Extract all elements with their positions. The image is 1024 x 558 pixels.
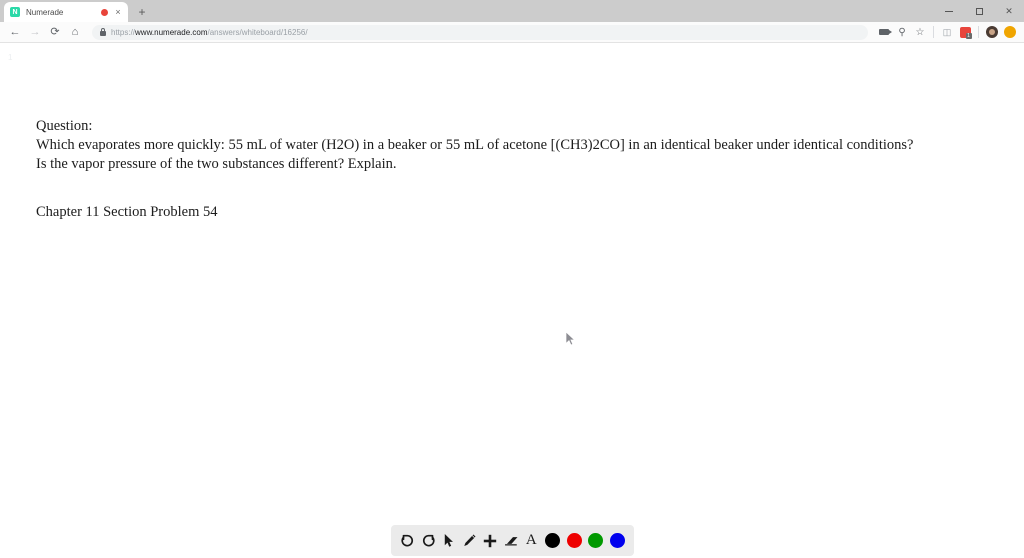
browser-titlebar: N Numerade × + ✕ — [0, 0, 1024, 22]
swatch-red-circle — [566, 533, 582, 548]
toolbar-icons: ⚲ ☆ ◫ 1 — [876, 24, 1018, 40]
url-host: www.numerade.com — [135, 27, 208, 37]
question-line-2: Is the vapor pressure of the two substan… — [36, 156, 397, 172]
maximize-button[interactable] — [964, 0, 994, 22]
search-icon[interactable]: ⚲ — [894, 24, 910, 40]
browser-menu-orb[interactable] — [1002, 24, 1018, 40]
color-swatch-black[interactable] — [542, 529, 564, 553]
forward-button[interactable]: → — [26, 23, 44, 41]
lock-icon — [100, 28, 106, 36]
url-path: /answers/whiteboard/16256/ — [207, 27, 308, 37]
swatch-green-circle — [588, 533, 604, 548]
screen-capture-icon[interactable] — [876, 24, 892, 40]
question-heading: Question: — [36, 118, 93, 134]
bookmark-star-icon[interactable]: ☆ — [912, 24, 928, 40]
mouse-cursor — [565, 331, 576, 346]
toolbar-divider-2 — [978, 26, 979, 38]
minimize-button[interactable] — [934, 0, 964, 22]
browser-tab-numerade[interactable]: N Numerade × — [4, 2, 128, 22]
tab-title: Numerade — [26, 7, 64, 17]
window-controls: ✕ — [934, 0, 1024, 22]
recording-indicator-icon — [101, 8, 108, 16]
eraser-button[interactable] — [500, 529, 521, 553]
reload-button[interactable]: ⟳ — [46, 23, 64, 41]
undo-button[interactable] — [397, 529, 418, 553]
extension-grey-icon[interactable]: ◫ — [939, 24, 955, 40]
select-cursor-button[interactable] — [438, 529, 459, 553]
address-bar-url: https://www.numerade.com/answers/whitebo… — [111, 28, 308, 37]
profile-avatar[interactable] — [984, 24, 1000, 40]
swatch-blue-circle — [609, 533, 625, 548]
whiteboard-page: 1 Question: Which evaporates more quickl… — [0, 43, 1024, 558]
close-button[interactable]: ✕ — [994, 0, 1024, 22]
add-page-button[interactable] — [480, 529, 501, 553]
url-prefix: https:// — [111, 27, 136, 37]
new-tab-button[interactable]: + — [132, 2, 152, 22]
extension-red-icon[interactable]: 1 — [957, 24, 973, 40]
toolbar-divider — [933, 26, 934, 38]
swatch-black-circle — [544, 533, 560, 548]
back-button[interactable]: ← — [6, 23, 24, 41]
numerade-favicon: N — [10, 7, 20, 17]
extension-badge-count: 1 — [965, 32, 972, 39]
page-number-marker: 1 — [8, 53, 13, 62]
browser-toolbar: ← → ⟳ ⌂ https://www.numerade.com/answers… — [0, 22, 1024, 43]
text-tool-label: A — [525, 532, 537, 548]
address-bar[interactable]: https://www.numerade.com/answers/whitebo… — [92, 24, 868, 40]
question-content: Question: Which evaporates more quickly:… — [36, 117, 984, 221]
chapter-reference: Chapter 11 Section Problem 54 — [36, 204, 218, 220]
question-line-1: Which evaporates more quickly: 55 mL of … — [36, 137, 914, 153]
tab-close-icon[interactable]: × — [114, 7, 122, 17]
color-swatch-red[interactable] — [563, 529, 585, 553]
pencil-button[interactable] — [459, 529, 480, 553]
color-swatch-blue[interactable] — [606, 529, 628, 553]
tab-strip: N Numerade × + — [0, 0, 152, 22]
whiteboard-toolbar: A — [391, 525, 634, 556]
redo-button[interactable] — [418, 529, 439, 553]
browser-window: N Numerade × + ✕ ← → ⟳ ⌂ https://www.num… — [0, 0, 1024, 558]
color-swatch-green[interactable] — [585, 529, 607, 553]
home-button[interactable]: ⌂ — [66, 23, 84, 41]
text-tool-button[interactable]: A — [521, 529, 542, 553]
